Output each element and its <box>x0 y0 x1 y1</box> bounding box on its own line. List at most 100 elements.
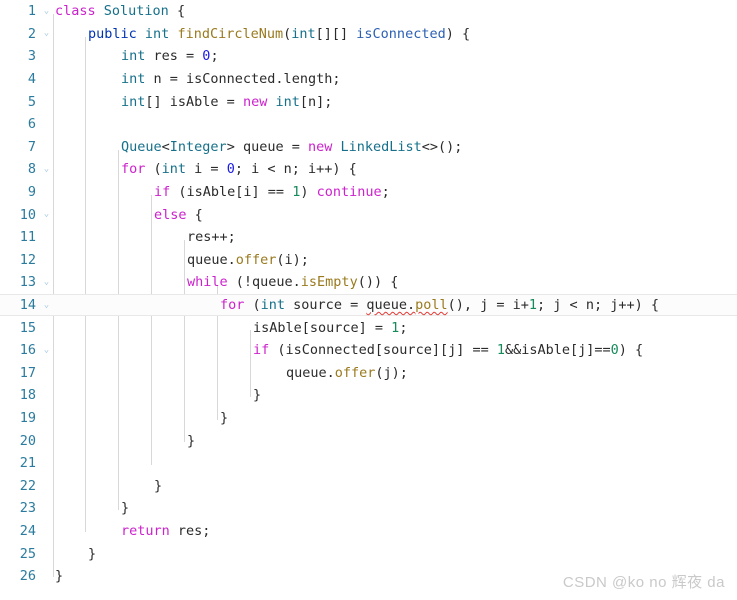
token: ( <box>244 297 261 314</box>
chevron-down-icon[interactable]: ⌄ <box>40 345 53 355</box>
code-line[interactable]: 10 ⌄ else { <box>0 203 737 226</box>
code-line[interactable]: 8 ⌄ for (int i = 0; i < n; i++) { <box>0 158 737 181</box>
token: Queue <box>121 138 162 155</box>
code-text[interactable]: } <box>53 546 737 562</box>
token: for <box>121 161 146 178</box>
code-text[interactable]: } <box>53 478 737 494</box>
code-line[interactable]: 21 <box>0 452 737 475</box>
token: 0 <box>226 161 235 178</box>
code-text[interactable]: queue.offer(j); <box>53 365 737 381</box>
token: } <box>55 568 64 585</box>
line-number: 24 <box>19 522 36 539</box>
token: n = isConnected.length; <box>145 71 341 88</box>
token: } <box>187 432 196 449</box>
error-token: queue. <box>366 297 416 314</box>
code-text[interactable]: return res; <box>53 523 737 539</box>
code-text[interactable]: for (int i = 0; i < n; i++) { <box>53 161 737 177</box>
token: offer <box>235 251 277 268</box>
code-text[interactable]: } <box>53 500 737 516</box>
token: res++; <box>187 229 236 246</box>
token: ; j < n; j++) { <box>537 297 659 314</box>
token: isAble[source] = <box>253 319 392 336</box>
code-line[interactable]: 15 isAble[source] = 1; <box>0 316 737 339</box>
line-number: 4 <box>27 71 36 88</box>
token: findCircleNum <box>177 25 284 42</box>
code-text[interactable]: if (isConnected[source][j] == 1&&isAble[… <box>53 342 737 358</box>
token: int <box>275 93 300 110</box>
code-line[interactable]: 7 Queue<Integer> queue = new LinkedList<>… <box>0 136 737 159</box>
code-text[interactable]: while (!queue.isEmpty()) { <box>53 274 737 290</box>
code-text[interactable]: int res = 0; <box>53 48 737 64</box>
code-line[interactable]: 23} <box>0 497 737 520</box>
code-line[interactable]: 18} <box>0 384 737 407</box>
code-line[interactable]: 20} <box>0 429 737 452</box>
line-number: 7 <box>27 138 36 155</box>
line-number: 22 <box>19 477 36 494</box>
chevron-down-icon[interactable]: ⌄ <box>40 277 53 287</box>
code-line[interactable]: 11 res++; <box>0 226 737 249</box>
line-number: 14 <box>19 297 36 314</box>
code-line[interactable]: 2 ⌄ public int findCircleNum(int[][] isCon… <box>0 23 737 46</box>
token: queue. <box>286 364 335 381</box>
token: i = <box>186 161 227 178</box>
token: ) { <box>618 342 644 359</box>
token: for <box>220 297 245 314</box>
code-line[interactable]: 5 int[] isAble = new int[n]; <box>0 90 737 113</box>
code-line[interactable]: 4 int n = isConnected.length; <box>0 68 737 91</box>
line-number: 18 <box>19 387 36 404</box>
code-line[interactable]: 17 queue.offer(j); <box>0 362 737 385</box>
token: offer <box>334 364 376 381</box>
code-line[interactable]: 24 return res; <box>0 520 737 543</box>
code-text[interactable]: public int findCircleNum(int[][] isConne… <box>53 26 737 42</box>
token: } <box>121 500 130 517</box>
line-number: 12 <box>19 251 36 268</box>
code-line[interactable]: 9 if (isAble[i] == 1) continue; <box>0 181 737 204</box>
chevron-down-icon[interactable]: ⌄ <box>40 210 53 219</box>
line-number: 23 <box>19 500 36 517</box>
token: 1 <box>496 342 505 359</box>
line-number: 17 <box>19 364 36 381</box>
code-line[interactable]: 3 int res = 0; <box>0 45 737 68</box>
code-text[interactable]: if (isAble[i] == 1) continue; <box>53 184 737 200</box>
code-text[interactable]: int n = isConnected.length; <box>53 71 737 87</box>
line-number: 26 <box>19 568 36 585</box>
code-line[interactable]: 19} <box>0 407 737 430</box>
code-text[interactable]: Queue<Integer> queue = new LinkedList<>(… <box>53 139 737 155</box>
code-line[interactable]: 1 ⌄ class Solution { <box>0 0 737 23</box>
code-text[interactable]: } <box>53 387 737 403</box>
code-line[interactable]: 6 <box>0 113 737 136</box>
code-line[interactable]: 12 queue.offer(i); <box>0 249 737 272</box>
token: int <box>121 71 146 88</box>
token: ( <box>145 161 162 178</box>
token: new <box>242 93 268 110</box>
code-text[interactable]: class Solution { <box>53 3 737 19</box>
code-text[interactable]: } <box>53 433 737 449</box>
line-number: 6 <box>27 116 36 133</box>
code-line[interactable]: 25} <box>0 542 737 565</box>
code-text[interactable]: int[] isAble = new int[n]; <box>53 94 737 110</box>
code-text[interactable]: res++; <box>53 229 737 245</box>
code-text[interactable]: } <box>53 410 737 426</box>
code-line[interactable]: 14 ⌄ for (int source = queue.poll(), j = i… <box>0 293 737 317</box>
code-text[interactable]: else { <box>53 207 737 223</box>
chevron-down-icon[interactable]: ⌄ <box>40 29 53 38</box>
token: isConnected <box>356 25 446 42</box>
code-text[interactable]: queue.offer(i); <box>53 252 737 268</box>
line-number: 21 <box>19 455 36 472</box>
code-text[interactable]: isAble[source] = 1; <box>53 320 737 336</box>
line-number: 1 <box>27 3 36 20</box>
code-line[interactable]: 13 ⌄ while (!queue.isEmpty()) { <box>0 271 737 294</box>
line-number: 16 <box>19 342 36 359</box>
chevron-down-icon[interactable]: ⌄ <box>40 6 53 16</box>
code-line[interactable]: 16 ⌄ if (isConnected[source][j] == 1&&isAb… <box>0 339 737 362</box>
code-line[interactable]: 22} <box>0 474 737 497</box>
chevron-down-icon[interactable]: ⌄ <box>40 164 53 174</box>
code-text[interactable]: for (int source = queue.poll(), j = i+1;… <box>53 297 737 313</box>
chevron-down-icon[interactable]: ⌄ <box>40 300 53 310</box>
token: Integer <box>169 138 227 155</box>
code-editor[interactable]: 1 ⌄ class Solution {2 ⌄ public int findCircl… <box>0 0 737 600</box>
code-lines[interactable]: 1 ⌄ class Solution {2 ⌄ public int findCircl… <box>0 0 737 587</box>
token: <>(); <box>421 138 463 155</box>
token: source = <box>285 297 367 314</box>
